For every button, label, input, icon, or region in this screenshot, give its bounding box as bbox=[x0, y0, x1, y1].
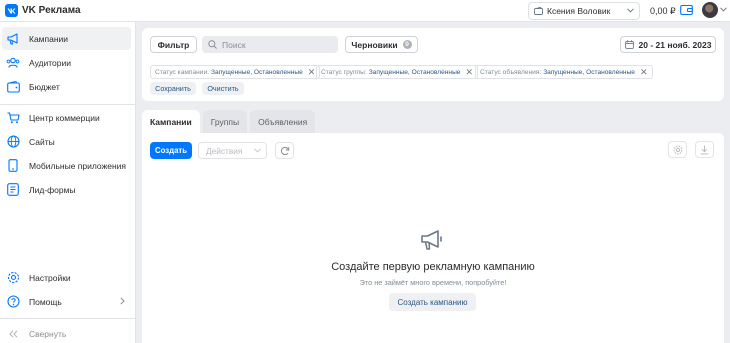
sidebar-item-label: Сайты bbox=[29, 136, 55, 147]
filter-chip-ad-status[interactable]: Статус объявления: Запущенные, Остановле… bbox=[475, 65, 653, 79]
chip-value: Запущенные, Остановленные bbox=[543, 68, 635, 76]
chevron-down-icon[interactable] bbox=[720, 7, 727, 12]
entity-tabs: Кампании Группы Объявления bbox=[142, 110, 318, 133]
gear-icon bbox=[673, 145, 682, 154]
search-icon bbox=[208, 40, 217, 49]
close-icon[interactable]: ✕ bbox=[308, 67, 316, 77]
sidebar-item-budget[interactable]: Бюджет bbox=[2, 75, 131, 98]
filter-button[interactable]: Фильтр bbox=[150, 36, 197, 53]
search-field[interactable] bbox=[202, 36, 338, 53]
sidebar-item-help[interactable]: Помощь bbox=[2, 290, 131, 313]
empty-state-subtitle: Это не займёт много времени, попробуйте! bbox=[359, 278, 507, 287]
wallet-icon[interactable] bbox=[680, 4, 693, 18]
sidebar: Кампании Аудитории Бюджет Центр коммерци… bbox=[0, 22, 136, 343]
sidebar-item-sites[interactable]: Сайты bbox=[2, 130, 131, 153]
chevron-down-icon bbox=[254, 148, 261, 153]
chip-key: Статус кампании: bbox=[155, 68, 209, 76]
divider bbox=[0, 318, 136, 319]
divider bbox=[0, 104, 136, 105]
phone-icon bbox=[6, 159, 20, 173]
create-campaign-button[interactable]: Создать кампанию bbox=[389, 293, 476, 311]
download-button[interactable] bbox=[695, 141, 714, 158]
close-icon[interactable]: ✕ bbox=[640, 67, 648, 77]
sidebar-item-settings[interactable]: Настройки bbox=[2, 266, 131, 289]
chip-value: Запущенные, Остановленные bbox=[368, 68, 461, 76]
balance-value: 0,00 ₽ bbox=[650, 6, 676, 16]
date-range-text: 20 - 21 нояб. 2023 bbox=[638, 39, 712, 50]
sidebar-item-campaigns[interactable]: Кампании bbox=[2, 27, 131, 50]
actions-placeholder: Действия bbox=[206, 145, 243, 156]
sidebar-item-label: Аудитории bbox=[29, 57, 71, 68]
megaphone-icon bbox=[6, 32, 20, 46]
wallet-icon bbox=[534, 7, 543, 15]
top-bar: VK Реклама Ксения Воловик 0,00 ₽ bbox=[0, 0, 730, 22]
sidebar-item-label: Помощь bbox=[29, 296, 62, 307]
sidebar-item-label: Настройки bbox=[29, 272, 71, 283]
logo[interactable]: VK Реклама bbox=[5, 4, 81, 17]
actions-select[interactable]: Действия bbox=[198, 142, 267, 159]
gear-icon bbox=[6, 271, 20, 285]
chevron-right-icon bbox=[120, 297, 125, 305]
collapse-sidebar-button[interactable]: Свернуть bbox=[2, 322, 131, 343]
campaigns-panel: Создать Действия Создайте первую рекламн… bbox=[142, 133, 724, 343]
sidebar-item-label: Мобильные приложения bbox=[29, 160, 127, 171]
sidebar-item-label: Лид-формы bbox=[29, 184, 76, 195]
sidebar-item-audiences[interactable]: Аудитории bbox=[2, 51, 131, 74]
clear-filter-button[interactable]: Очистить bbox=[202, 82, 244, 95]
sidebar-item-label: Кампании bbox=[29, 33, 69, 44]
form-icon bbox=[6, 183, 20, 197]
table-settings-button[interactable] bbox=[668, 141, 687, 158]
chip-value: Запущенные, Остановленные bbox=[210, 68, 303, 76]
sidebar-item-label: Бюджет bbox=[29, 81, 60, 92]
create-button[interactable]: Создать bbox=[150, 142, 192, 159]
chevron-down-icon bbox=[627, 8, 634, 13]
avatar[interactable] bbox=[702, 2, 718, 18]
help-icon bbox=[6, 295, 20, 309]
drafts-label: Черновики bbox=[351, 39, 398, 50]
filter-panel: Фильтр Черновики 0 20 - 21 нояб. 2023 Ст… bbox=[142, 28, 724, 101]
refresh-icon bbox=[280, 146, 289, 155]
chip-key: Статус группы: bbox=[321, 68, 367, 76]
account-selector[interactable]: Ксения Воловик bbox=[528, 2, 640, 20]
vk-logo-icon bbox=[5, 4, 18, 17]
sidebar-item-mobile-apps[interactable]: Мобильные приложения bbox=[2, 154, 131, 177]
tab-campaigns[interactable]: Кампании bbox=[142, 110, 200, 133]
save-filter-button[interactable]: Сохранить bbox=[150, 82, 196, 95]
tab-groups[interactable]: Группы bbox=[202, 110, 248, 133]
filter-chip-group-status[interactable]: Статус группы: Запущенные, Остановленные… bbox=[316, 65, 479, 79]
empty-state-title: Создайте первую рекламную кампанию bbox=[331, 261, 535, 273]
users-icon bbox=[6, 56, 20, 70]
refresh-button[interactable] bbox=[275, 142, 294, 159]
calendar-icon bbox=[624, 40, 634, 49]
search-input[interactable] bbox=[222, 39, 332, 50]
sidebar-item-label: Центр коммерции bbox=[29, 112, 100, 123]
sidebar-item-lead-forms[interactable]: Лид-формы bbox=[2, 178, 131, 201]
close-icon[interactable]: ✕ bbox=[465, 67, 473, 77]
drafts-count-badge: 0 bbox=[402, 40, 412, 49]
drafts-button[interactable]: Черновики 0 bbox=[345, 36, 418, 53]
download-icon bbox=[700, 145, 709, 154]
wallet-icon bbox=[6, 80, 20, 94]
double-chevron-left-icon bbox=[6, 327, 20, 341]
filter-chip-campaign-status[interactable]: Статус кампании: Запущенные, Остановленн… bbox=[150, 65, 321, 79]
account-name: Ксения Воловик bbox=[547, 6, 611, 16]
megaphone-icon bbox=[421, 230, 442, 250]
sidebar-item-commerce[interactable]: Центр коммерции bbox=[2, 106, 131, 129]
tab-ads[interactable]: Объявления bbox=[250, 110, 316, 133]
logo-text: VK Реклама bbox=[22, 5, 81, 16]
collapse-label: Свернуть bbox=[29, 328, 67, 339]
chip-key: Статус объявления: bbox=[480, 68, 542, 76]
date-range-picker[interactable]: 20 - 21 нояб. 2023 bbox=[620, 36, 716, 53]
cart-icon bbox=[6, 111, 20, 125]
globe-icon bbox=[6, 135, 20, 149]
